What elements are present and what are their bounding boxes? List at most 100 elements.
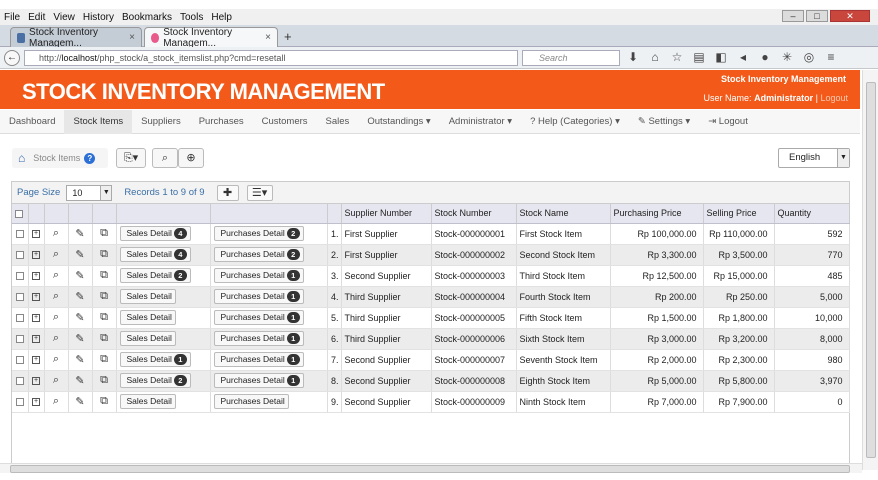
sales-detail-button[interactable]: Sales Detail — [119, 331, 176, 346]
view-magnifier-icon[interactable]: ⌕ — [53, 332, 59, 344]
row-checkbox[interactable] — [15, 397, 24, 406]
sales-detail-button[interactable]: Sales Detail 4 — [119, 226, 191, 241]
row-checkbox[interactable] — [15, 355, 24, 364]
vertical-scrollbar[interactable] — [862, 70, 878, 470]
col-stock-number[interactable]: Stock Number — [431, 204, 517, 224]
edit-pencil-icon[interactable]: ✎ — [75, 228, 84, 240]
view-magnifier-icon[interactable]: ⌕ — [53, 290, 59, 302]
copy-icon[interactable]: ⧉ — [100, 248, 108, 260]
header-logout-link[interactable]: Logout — [820, 93, 848, 103]
minimize-icon[interactable]: – — [782, 10, 804, 22]
view-magnifier-icon[interactable]: ⌕ — [53, 227, 59, 239]
advanced-search-button[interactable]: ⊕ — [178, 148, 204, 168]
purchases-detail-button[interactable]: Purchases Detail 2 — [213, 247, 304, 262]
row-checkbox[interactable] — [15, 250, 24, 259]
purchases-detail-button[interactable]: Purchases Detail 1 — [213, 310, 304, 325]
edit-pencil-icon[interactable]: ✎ — [75, 291, 84, 303]
row-checkbox[interactable] — [15, 376, 24, 385]
scroll-thumb[interactable] — [866, 82, 876, 458]
view-magnifier-icon[interactable]: ⌕ — [53, 311, 59, 323]
pocket-icon[interactable]: ◧ — [714, 50, 728, 64]
hamburger-menu-icon[interactable]: ≡ — [824, 50, 838, 64]
purchases-detail-button[interactable]: Purchases Detail — [213, 394, 289, 409]
row-checkbox[interactable] — [15, 229, 24, 238]
back-arrow-icon[interactable]: ← — [4, 49, 20, 66]
copy-icon[interactable]: ⧉ — [100, 374, 108, 386]
send-icon[interactable]: ◂ — [736, 50, 750, 64]
browser-tab-2[interactable]: Stock Inventory Managem... × — [144, 27, 278, 49]
purchases-detail-button[interactable]: Purchases Detail 1 — [213, 289, 304, 304]
expand-icon[interactable]: + — [32, 250, 40, 259]
nav-outstandings[interactable]: Outstandings ▾ — [358, 110, 439, 134]
col-purchasing-price[interactable]: Purchasing Price — [610, 204, 704, 224]
sales-detail-button[interactable]: Sales Detail 2 — [119, 373, 191, 388]
nav-settings[interactable]: ✎ Settings ▾ — [629, 110, 699, 134]
expand-icon[interactable]: + — [32, 334, 40, 343]
nav-purchases[interactable]: Purchases — [190, 110, 253, 134]
nav-help[interactable]: ? Help (Categories) ▾ — [521, 110, 629, 134]
options-button[interactable]: ☰▾ — [246, 184, 273, 201]
browser-tab-1[interactable]: Stock Inventory Managem... × — [10, 27, 142, 49]
nav-sales[interactable]: Sales — [317, 110, 359, 134]
menu-tools[interactable]: Tools — [180, 12, 203, 23]
page-size-select[interactable]: 10 ▼ — [66, 184, 113, 201]
menu-view[interactable]: View — [53, 12, 75, 23]
edit-pencil-icon[interactable]: ✎ — [75, 396, 84, 408]
view-magnifier-icon[interactable]: ⌕ — [53, 395, 59, 407]
purchases-detail-button[interactable]: Purchases Detail 1 — [213, 352, 304, 367]
copy-icon[interactable]: ⧉ — [100, 311, 108, 323]
expand-icon[interactable]: + — [32, 313, 40, 322]
sales-detail-button[interactable]: Sales Detail 4 — [119, 247, 191, 262]
menu-help[interactable]: Help — [211, 12, 232, 23]
nav-customers[interactable]: Customers — [253, 110, 317, 134]
menu-history[interactable]: History — [83, 12, 114, 23]
edit-pencil-icon[interactable]: ✎ — [75, 270, 84, 282]
sales-detail-button[interactable]: Sales Detail — [119, 394, 176, 409]
home-icon[interactable]: ⌂ — [18, 151, 25, 165]
sales-detail-button[interactable]: Sales Detail — [119, 289, 176, 304]
horizontal-scrollbar[interactable] — [0, 463, 862, 473]
edit-pencil-icon[interactable]: ✎ — [75, 249, 84, 261]
sales-detail-button[interactable]: Sales Detail 1 — [119, 352, 191, 367]
search-button[interactable]: ⌕ — [152, 148, 178, 168]
expand-icon[interactable]: + — [32, 397, 40, 406]
view-magnifier-icon[interactable]: ⌕ — [53, 374, 59, 386]
help-icon[interactable]: ? — [84, 152, 96, 164]
edit-pencil-icon[interactable]: ✎ — [75, 333, 84, 345]
copy-icon[interactable]: ⧉ — [100, 290, 108, 302]
menu-file[interactable]: File — [4, 12, 20, 23]
nav-dashboard[interactable]: Dashboard — [0, 110, 64, 134]
purchases-detail-button[interactable]: Purchases Detail 2 — [213, 226, 304, 241]
close-tab-icon[interactable]: × — [129, 32, 135, 43]
purchases-detail-button[interactable]: Purchases Detail 1 — [213, 373, 304, 388]
export-button[interactable]: ⎘▾ — [116, 148, 146, 168]
menu-edit[interactable]: Edit — [28, 12, 45, 23]
sync-icon[interactable]: ◎ — [802, 50, 816, 64]
sales-detail-button[interactable]: Sales Detail 2 — [119, 268, 191, 283]
row-checkbox[interactable] — [15, 313, 24, 322]
row-checkbox[interactable] — [15, 271, 24, 280]
close-tab-icon[interactable]: × — [265, 32, 271, 43]
expand-icon[interactable]: + — [32, 292, 40, 301]
language-select[interactable]: English ▼ — [778, 148, 850, 168]
purchases-detail-button[interactable]: Purchases Detail 1 — [213, 268, 304, 283]
select-all-checkbox[interactable] — [15, 209, 23, 218]
nav-stock-items[interactable]: Stock Items — [64, 109, 133, 134]
edit-pencil-icon[interactable]: ✎ — [75, 375, 84, 387]
col-quantity[interactable]: Quantity — [774, 204, 850, 224]
scroll-thumb[interactable] — [10, 465, 850, 473]
view-magnifier-icon[interactable]: ⌕ — [53, 353, 59, 365]
copy-icon[interactable]: ⧉ — [100, 353, 108, 365]
row-checkbox[interactable] — [15, 292, 24, 301]
col-selling-price[interactable]: Selling Price — [703, 204, 775, 224]
col-supplier-number[interactable]: Supplier Number — [341, 204, 432, 224]
download-icon[interactable]: ⬇ — [626, 50, 640, 64]
sales-detail-button[interactable]: Sales Detail — [119, 310, 176, 325]
reading-list-icon[interactable]: ▤ — [692, 50, 706, 64]
nav-logout[interactable]: ⇥ Logout — [699, 110, 757, 134]
home-icon[interactable]: ⌂ — [648, 50, 662, 64]
copy-icon[interactable]: ⧉ — [100, 395, 108, 407]
nav-suppliers[interactable]: Suppliers — [132, 110, 190, 134]
view-magnifier-icon[interactable]: ⌕ — [53, 269, 59, 281]
url-bar[interactable]: http://localhost/php_stock/a_stock_items… — [24, 50, 518, 66]
